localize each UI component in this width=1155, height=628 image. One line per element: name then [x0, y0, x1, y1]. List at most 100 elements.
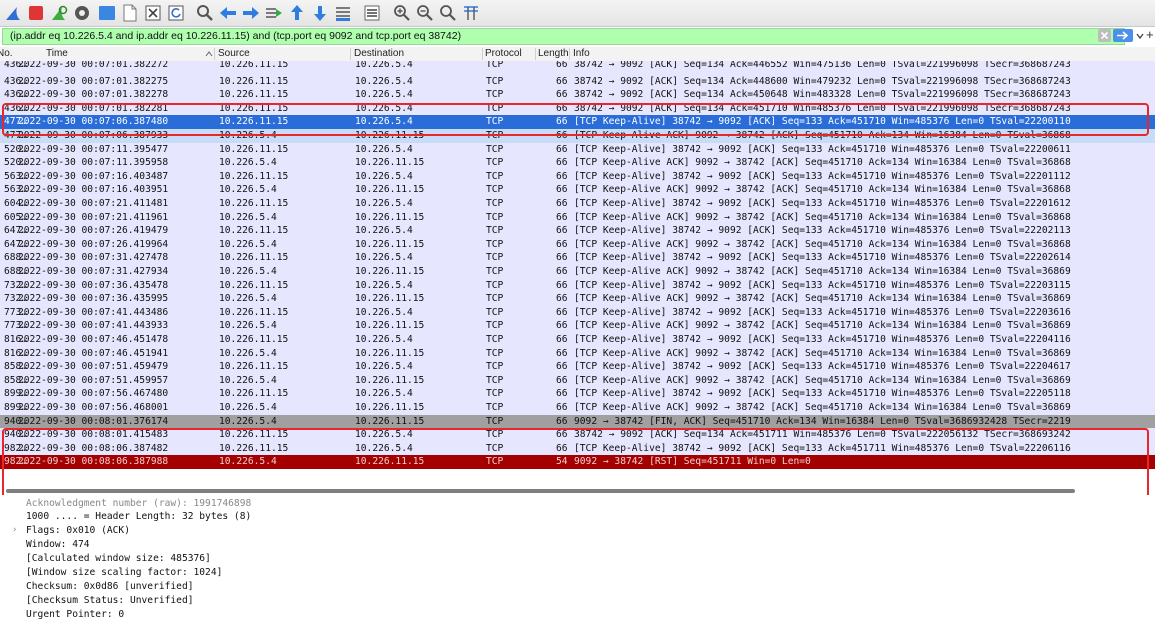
cell-destination: 10.226.5.4	[355, 170, 413, 182]
cell-source: 10.226.11.15	[219, 143, 289, 155]
detail-checksum[interactable]: Checksum: 0x0d86 [unverified]	[26, 581, 194, 592]
cell-source: 10.226.11.15	[219, 198, 289, 209]
auto-scroll-icon[interactable]	[333, 3, 353, 23]
cell-time: 2022-09-30 00:07:46.451941	[18, 347, 169, 359]
col-header-no[interactable]: No.	[0, 48, 13, 59]
close-file-icon[interactable]	[143, 3, 163, 23]
packet-row[interactable]: 899… 2022-09-30 00:07:56.468001 10.226.5.4…	[0, 401, 1155, 415]
detail-calculated-window[interactable]: [Calculated window size: 485376]	[26, 553, 211, 564]
cell-destination: 10.226.11.15	[355, 157, 425, 169]
detail-ack-raw[interactable]: Acknowledgment number (raw): 1991746898	[26, 498, 251, 509]
cell-protocol: TCP	[486, 388, 504, 400]
go-to-packet-icon[interactable]	[264, 3, 284, 23]
cell-destination: 10.226.5.4	[355, 361, 413, 373]
packet-row[interactable]: 520… 2022-09-30 00:07:11.395958 10.226.5.4…	[0, 156, 1155, 170]
packet-row[interactable]: 773… 2022-09-30 00:07:41.443486 10.226.11.…	[0, 305, 1155, 320]
go-forward-icon[interactable]	[241, 3, 261, 23]
cell-protocol: TCP	[486, 374, 504, 386]
packet-row[interactable]: 858… 2022-09-30 00:07:51.459957 10.226.5.4…	[0, 373, 1155, 388]
cell-length: 66	[556, 75, 568, 87]
packet-row[interactable]: 816… 2022-09-30 00:07:46.451478 10.226.11.…	[0, 333, 1155, 347]
detail-window-scaling[interactable]: [Window size scaling factor: 1024]	[26, 567, 222, 578]
cell-info: [TCP Keep-Alive] 38742 → 9092 [ACK] Seq=…	[574, 252, 1071, 264]
col-header-length[interactable]: Length	[538, 48, 569, 59]
restart-capture-icon[interactable]	[49, 3, 69, 23]
main-toolbar	[0, 0, 1155, 27]
find-packet-icon[interactable]	[195, 3, 215, 23]
cell-source: 10.226.11.15	[219, 252, 289, 264]
packet-row[interactable]: 773… 2022-09-30 00:07:41.443933 10.226.5.4…	[0, 319, 1155, 333]
packet-row[interactable]: 647… 2022-09-30 00:07:26.419479 10.226.11.…	[0, 224, 1155, 238]
open-file-icon[interactable]	[97, 3, 117, 23]
cell-destination: 10.226.11.15	[355, 374, 425, 386]
detail-window[interactable]: Window: 474	[26, 539, 90, 550]
cell-protocol: TCP	[486, 184, 504, 196]
packet-row[interactable]: 436… 2022-09-30 00:07:01.382272 10.226.11.…	[0, 61, 1155, 75]
cell-time: 2022-09-30 00:07:46.451478	[18, 334, 169, 345]
cell-time: 2022-09-30 00:07:36.435995	[18, 293, 169, 305]
col-header-source[interactable]: Source	[218, 48, 250, 59]
cell-destination: 10.226.5.4	[355, 334, 413, 345]
cell-source: 10.226.11.15	[219, 89, 289, 101]
col-header-protocol[interactable]: Protocol	[485, 48, 522, 59]
packet-row[interactable]: 858… 2022-09-30 00:07:51.459479 10.226.11.…	[0, 360, 1155, 374]
packet-row[interactable]: 605… 2022-09-30 00:07:21.411961 10.226.5.4…	[0, 210, 1155, 225]
clear-filter-icon[interactable]	[1098, 29, 1111, 42]
go-first-icon[interactable]	[287, 3, 307, 23]
colorize-icon[interactable]	[362, 3, 382, 23]
packet-row[interactable]: 940… 2022-09-30 00:08:01.376174 10.226.5.4…	[0, 414, 1155, 429]
shark-fin-start-icon[interactable]	[3, 3, 23, 23]
packet-row[interactable]: 816… 2022-09-30 00:07:46.451941 10.226.5.4…	[0, 346, 1155, 361]
detail-flags[interactable]: Flags: 0x010 (ACK)	[26, 525, 130, 536]
go-last-icon[interactable]	[310, 3, 330, 23]
col-header-info[interactable]: Info	[573, 48, 590, 59]
capture-options-icon[interactable]	[72, 3, 92, 23]
cell-destination: 10.226.11.15	[355, 266, 425, 277]
cell-protocol: TCP	[486, 415, 504, 427]
cell-time: 2022-09-30 00:07:01.382272	[18, 61, 169, 70]
packet-row[interactable]: 563… 2022-09-30 00:07:16.403951 10.226.5.4…	[0, 183, 1155, 197]
stop-capture-icon[interactable]	[26, 3, 46, 23]
detail-urgent-pointer[interactable]: Urgent Pointer: 0	[26, 609, 124, 620]
packet-row[interactable]: 732… 2022-09-30 00:07:36.435995 10.226.5.4…	[0, 292, 1155, 306]
packet-row[interactable]: 436… 2022-09-30 00:07:01.382275 10.226.11.…	[0, 74, 1155, 89]
cell-source: 10.226.11.15	[219, 388, 289, 400]
detail-checksum-status[interactable]: [Checksum Status: Unverified]	[26, 595, 194, 606]
cell-time: 2022-09-30 00:07:31.427934	[18, 266, 169, 277]
cell-protocol: TCP	[486, 293, 504, 305]
packet-row[interactable]: 732… 2022-09-30 00:07:36.435478 10.226.11.…	[0, 278, 1155, 293]
cell-length: 66	[556, 320, 568, 332]
detail-header-length[interactable]: 1000 .... = Header Length: 32 bytes (8)	[26, 511, 251, 522]
col-header-time[interactable]: Time	[46, 48, 68, 59]
packet-row[interactable]: 647… 2022-09-30 00:07:26.419964 10.226.5.4…	[0, 237, 1155, 252]
packet-details-pane: Acknowledgment number (raw): 1991746898 …	[0, 495, 1155, 628]
save-file-icon[interactable]	[120, 3, 140, 23]
cell-time: 2022-09-30 00:07:21.411481	[18, 198, 169, 209]
expand-chevron-icon[interactable]: ›	[12, 525, 17, 535]
cell-source: 10.226.11.15	[219, 279, 289, 291]
cell-time: 2022-09-30 00:07:36.435478	[18, 279, 169, 291]
packet-row[interactable]: 436… 2022-09-30 00:07:01.382278 10.226.11.…	[0, 88, 1155, 102]
packet-row[interactable]: 688… 2022-09-30 00:07:31.427934 10.226.5.4…	[0, 265, 1155, 279]
apply-filter-icon[interactable]	[1113, 29, 1133, 42]
add-filter-button[interactable]: +	[1146, 27, 1154, 42]
resize-columns-icon[interactable]	[461, 3, 481, 23]
reload-file-icon[interactable]	[166, 3, 186, 23]
cell-length: 66	[556, 415, 568, 427]
normal-size-icon[interactable]	[438, 3, 458, 23]
col-header-destination[interactable]: Destination	[354, 48, 404, 59]
zoom-in-icon[interactable]	[392, 3, 412, 23]
filter-history-chevron-icon[interactable]	[1136, 32, 1144, 45]
packet-row[interactable]: 563… 2022-09-30 00:07:16.403487 10.226.11.…	[0, 169, 1155, 184]
packet-row[interactable]: 688… 2022-09-30 00:07:31.427478 10.226.11.…	[0, 251, 1155, 265]
cell-time: 2022-09-30 00:07:56.467480	[18, 388, 169, 400]
cell-protocol: TCP	[486, 61, 504, 70]
go-back-icon[interactable]	[218, 3, 238, 23]
cell-protocol: TCP	[486, 170, 504, 182]
highlight-box-keepalive	[2, 103, 1149, 136]
packet-row[interactable]: 520… 2022-09-30 00:07:11.395477 10.226.11.…	[0, 142, 1155, 157]
zoom-out-icon[interactable]	[415, 3, 435, 23]
packet-row[interactable]: 604… 2022-09-30 00:07:21.411481 10.226.11.…	[0, 197, 1155, 211]
packet-row[interactable]: 899… 2022-09-30 00:07:56.467480 10.226.11.…	[0, 387, 1155, 401]
display-filter-input[interactable]: (ip.addr eq 10.226.5.4 and ip.addr eq 10…	[2, 28, 1125, 45]
